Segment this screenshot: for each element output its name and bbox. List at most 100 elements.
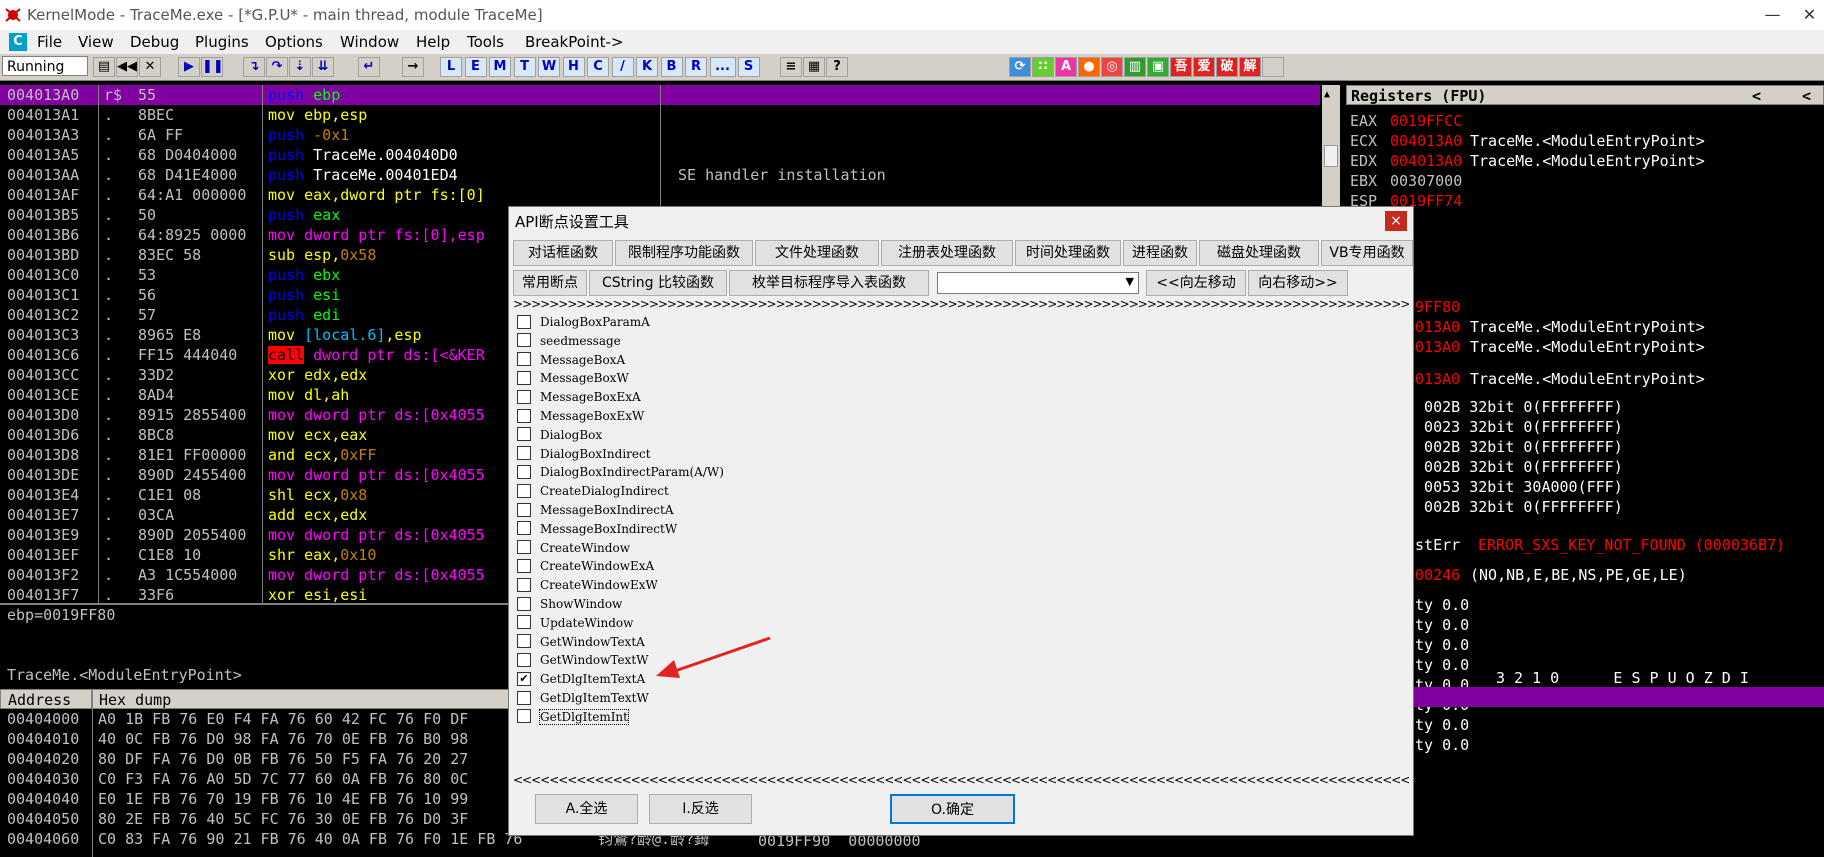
api-checkbox-row[interactable]: DialogBox — [517, 426, 602, 444]
checkbox[interactable] — [517, 314, 531, 329]
close-process-icon[interactable]: ✕ — [139, 57, 161, 77]
api-checkbox-row[interactable]: CreateWindowExA — [517, 557, 654, 575]
segment-register[interactable]: S 002B 32bit 0(FFFFFFFF) — [1406, 437, 1623, 457]
prev-view-icon[interactable]: < — [1752, 86, 1761, 106]
api-checkbox-row[interactable]: MessageBoxW — [517, 369, 629, 387]
chevron-down-icon[interactable]: ▼ — [1126, 275, 1134, 288]
window-button-1[interactable]: L — [440, 57, 462, 77]
window-button-4[interactable]: T — [513, 57, 536, 77]
select-all-button[interactable]: A.全选 — [535, 794, 638, 824]
restart-icon[interactable]: ◀◀ — [116, 57, 138, 77]
api-checkbox-row[interactable]: GetWindowTextW — [517, 651, 648, 669]
checkbox[interactable] — [517, 615, 531, 630]
menu-options[interactable]: Options — [265, 30, 323, 54]
plugin-icon-9[interactable]: 破 — [1216, 57, 1238, 77]
checkbox[interactable] — [517, 333, 531, 348]
run-icon[interactable]: ▶ — [178, 57, 200, 77]
window-button-10[interactable]: B — [660, 57, 683, 77]
dialog-close-button[interactable]: × — [1385, 211, 1407, 231]
checkbox[interactable] — [517, 446, 531, 461]
grid-icon[interactable]: ▦ — [803, 57, 825, 77]
register-value[interactable]: 19FF80 — [1406, 297, 1460, 317]
fpu-register[interactable]: pty 0.0 — [1406, 595, 1469, 615]
tab-row1-8[interactable]: VB专用函数 — [1321, 240, 1413, 266]
checkbox[interactable] — [517, 370, 531, 385]
plugin-icon-6[interactable]: ▣ — [1147, 57, 1169, 77]
step-into-icon[interactable]: ↴ — [243, 57, 265, 77]
fpu-register[interactable]: pty 0.0 — [1406, 735, 1469, 755]
segment-register[interactable]: S 0053 32bit 30A000(FFF) — [1406, 477, 1623, 497]
window-button-3[interactable]: M — [489, 57, 511, 77]
goto-icon[interactable]: → — [402, 57, 424, 77]
api-checkbox-row[interactable]: GetWindowTextA — [517, 633, 645, 651]
tab-row1-5[interactable]: 时间处理函数 — [1015, 240, 1121, 266]
checkbox[interactable] — [517, 502, 531, 517]
checkbox[interactable] — [517, 596, 531, 611]
api-checkbox-row[interactable]: DialogBoxIndirect — [517, 445, 651, 463]
list-icon[interactable]: ≡ — [780, 57, 802, 77]
segment-register[interactable]: S 002B 32bit 0(FFFFFFFF) — [1406, 397, 1623, 417]
api-checkbox-row[interactable]: ShowWindow — [517, 595, 622, 613]
menu-tools[interactable]: Tools — [467, 30, 504, 54]
fpu-register[interactable]: pty 0.0 — [1406, 655, 1469, 675]
close-window-button[interactable]: ✕ — [1795, 0, 1824, 30]
eflags-value[interactable]: 000246 — [1406, 565, 1460, 585]
fpu-register[interactable]: pty 0.0 — [1406, 635, 1469, 655]
checkbox[interactable] — [517, 577, 531, 592]
api-checkbox-row[interactable]: GetDlgItemTextW — [517, 689, 649, 707]
tab-row2-1[interactable]: 常用断点 — [513, 270, 587, 296]
api-checkbox-row[interactable]: GetDlgItemInt — [517, 708, 629, 726]
move-right-button[interactable]: 向右移动>> — [1248, 270, 1348, 296]
register-value[interactable]: 4013A0 — [1406, 369, 1460, 389]
checkbox[interactable] — [517, 521, 531, 536]
menu-breakpoint[interactable]: BreakPoint-> — [525, 30, 623, 54]
window-button-7[interactable]: C — [587, 57, 609, 77]
fpu-register[interactable]: pty 0.0 — [1406, 715, 1469, 735]
segment-register[interactable]: S 002B 32bit 0(FFFFFFFF) — [1406, 457, 1623, 477]
menu-debug[interactable]: Debug — [130, 30, 179, 54]
tab-row1-6[interactable]: 进程函数 — [1123, 240, 1197, 266]
checkbox[interactable] — [517, 352, 531, 367]
api-checkbox-row[interactable]: seedmessage — [517, 332, 621, 350]
menu-plugins[interactable]: Plugins — [195, 30, 249, 54]
plugin-icon-3[interactable]: ● — [1078, 57, 1100, 77]
api-checkbox-row[interactable]: MessageBoxExA — [517, 388, 641, 406]
plugin-icon-1[interactable]: ∷ — [1032, 57, 1054, 77]
checkbox[interactable]: ✔ — [517, 671, 531, 686]
checkbox[interactable] — [517, 540, 531, 555]
api-checkbox-row[interactable]: ✔ GetDlgItemTextA — [517, 670, 645, 688]
plugin-icon-5[interactable]: ▥ — [1124, 57, 1146, 77]
menu-file[interactable]: File — [37, 30, 62, 54]
window-button-2[interactable]: E — [464, 57, 487, 77]
disasm-instruction[interactable]: push TraceMe.00401ED4 — [268, 165, 658, 185]
register-value[interactable]: 0019FFCC — [1390, 111, 1462, 131]
checkbox[interactable] — [517, 408, 531, 423]
trace-over-icon[interactable]: ⇊ — [312, 57, 334, 77]
invert-selection-button[interactable]: I.反选 — [649, 794, 752, 824]
tab-row1-3[interactable]: 文件处理函数 — [755, 240, 879, 266]
api-checkbox-row[interactable]: DialogBoxIndirectParam(A/W) — [517, 463, 724, 481]
plugin-icon-7[interactable]: 吾 — [1170, 57, 1192, 77]
minimize-button[interactable]: — — [1750, 0, 1795, 30]
window-button-9[interactable]: K — [636, 57, 658, 77]
api-checkbox-row[interactable]: CreateWindow — [517, 539, 630, 557]
checkbox[interactable] — [517, 389, 531, 404]
dump-header-address[interactable]: Address — [0, 689, 92, 709]
checkbox[interactable] — [517, 483, 531, 498]
trace-into-icon[interactable]: ⇣ — [289, 57, 311, 77]
segment-register[interactable]: S 002B 32bit 0(FFFFFFFF) — [1406, 497, 1623, 517]
window-button-13[interactable]: S — [737, 57, 760, 77]
plugin-icon-10[interactable]: 解 — [1239, 57, 1261, 77]
plugin-icon-2[interactable]: A — [1055, 57, 1077, 77]
api-checkbox-row[interactable]: MessageBoxA — [517, 351, 625, 369]
refresh-icon[interactable]: ⟳ — [1009, 57, 1031, 77]
api-checkbox-row[interactable]: MessageBoxExW — [517, 407, 644, 425]
api-checkbox-row[interactable]: MessageBoxIndirectW — [517, 520, 677, 538]
menu-window[interactable]: Window — [340, 30, 399, 54]
tab-row1-1[interactable]: 对话框函数 — [513, 240, 613, 266]
api-checkbox-row[interactable]: UpdateWindow — [517, 614, 633, 632]
plugin-icon-11[interactable] — [1262, 57, 1284, 77]
fpu-register[interactable]: pty 0.0 — [1406, 615, 1469, 635]
register-value[interactable]: 4013A0 — [1406, 317, 1460, 337]
function-select[interactable]: ▼ — [937, 272, 1139, 294]
